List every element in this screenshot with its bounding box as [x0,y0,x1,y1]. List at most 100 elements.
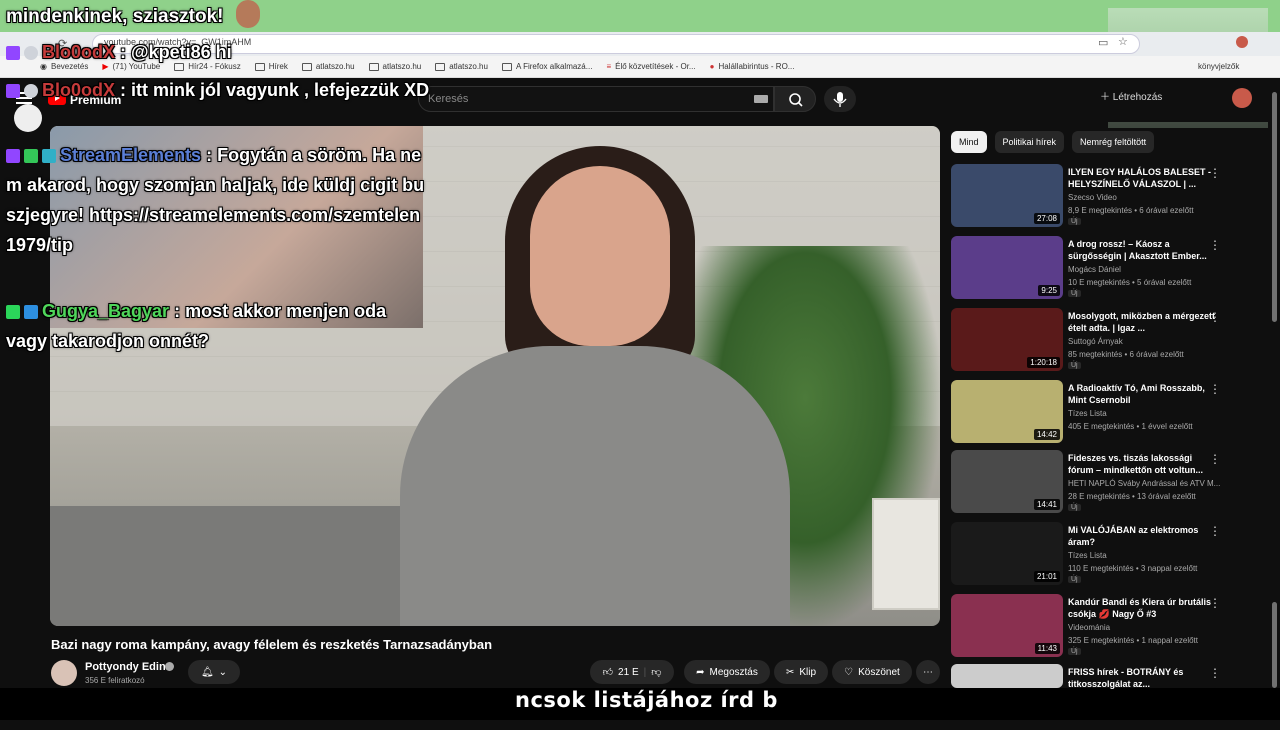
recommended-channel[interactable]: Tízes Lista [1068,551,1107,560]
more-actions-button[interactable]: ⋯ [916,660,940,684]
ghost-emote-icon [14,104,42,132]
folder-icon [301,62,312,71]
recommended-video[interactable]: 14:42 A Radioaktív Tó, Ami Rosszabb, Mint… [951,380,1271,446]
more-vert-icon[interactable]: ⋮ [1209,310,1221,324]
bookmark-icon: ≡ [606,62,612,71]
all-bookmarks[interactable]: könyvjelzők [1198,62,1239,71]
duration-badge: 9:25 [1038,285,1060,296]
thumbs-up-icon: 👍︎ [602,667,614,678]
video-thumbnail[interactable] [951,664,1063,688]
recommended-meta: 8,9 E megtekintés • 6 órával ezelőtt [1068,206,1194,215]
notification-bell-button[interactable]: 🔔︎ ⌄ [188,660,240,684]
recommended-channel[interactable]: HETI NAPLÓ Sváby Andrással és ATV M... [1068,479,1220,488]
more-vert-icon[interactable]: ⋮ [1209,238,1221,252]
plus-icon: ＋ [1100,92,1113,103]
bookmark-item[interactable]: ● Halállabirintus - RO... [710,62,795,71]
scissors-icon: ✂ [785,666,795,678]
chevron-down-icon: ⌄ [218,666,228,678]
more-vert-icon[interactable]: ⋮ [1209,382,1221,396]
video-thumbnail[interactable]: 11:43 [951,594,1063,657]
video-thumbnail[interactable]: 27:08 [951,164,1063,227]
recommended-video[interactable]: 11:43 Kandúr Bandi és Kiera úr brutális c… [951,594,1271,660]
chat-message: Blo0odX : @kpeti86 hi [6,37,232,67]
more-vert-icon[interactable]: ⋮ [1209,524,1221,538]
video-scene [872,498,940,610]
chip-politics[interactable]: Politikai hírek [994,131,1065,153]
voice-search-button[interactable] [824,86,856,112]
more-vert-icon[interactable]: ⋮ [1209,452,1221,466]
recommended-video[interactable]: 1:20:18 Mosolygott, miközben a mérgezett … [951,308,1271,374]
recommended-meta: 28 E megtekintés • 13 órával ezelőtt [1068,492,1196,501]
chat-username: Blo0odX [42,80,116,100]
recommended-meta: 110 E megtekintés • 3 nappal ezelőtt [1068,564,1198,573]
video-thumbnail[interactable]: 21:01 [951,522,1063,585]
bookmark-item[interactable]: Hírek [254,62,288,71]
more-vert-icon[interactable]: ⋮ [1209,596,1221,610]
duration-badge: 14:42 [1033,429,1060,440]
recommended-video[interactable]: 21:01 Mi VALÓJÁBAN az elektromos áram? Tíz… [951,522,1271,588]
scrollbar-thumb[interactable] [1272,92,1277,322]
thanks-button[interactable]: ♡ Köszönet [832,660,912,684]
recommended-channel[interactable]: Tízes Lista [1068,409,1107,418]
recommended-title[interactable]: FRISS hírek - BOTRÁNY és titkosszolgálat… [1068,666,1216,690]
recommended-meta: 85 megtekintés • 6 órával ezelőtt [1068,350,1184,359]
channel-name[interactable]: Pottyondy Edina [85,661,172,673]
caption-text: ncsok listájához írd b [515,688,778,712]
bookmark-star-icon[interactable]: ☆ [1118,35,1128,48]
video-thumbnail[interactable]: 14:41 [951,450,1063,513]
recommended-video[interactable]: FRISS hírek - BOTRÁNY és titkosszolgálat… [951,664,1271,730]
like-button[interactable]: 👍︎ 21 E | 👎︎ [590,660,674,684]
recommended-video[interactable]: 14:41 Fideszes vs. tiszás lakossági fórum… [951,450,1271,516]
filter-chips: Mind Politikai hírek Nemrég feltöltött [951,131,1155,153]
share-button[interactable]: ➦ Megosztás [684,660,770,684]
chat-username: Blo0odX [42,42,116,62]
bookmark-item[interactable]: atlatszo.hu [301,62,355,71]
duration-badge: 27:08 [1033,213,1060,224]
recommended-video[interactable]: 9:25 A drog rossz! – Káosz a sürgősségin … [951,236,1271,302]
recommended-title[interactable]: Mi VALÓJÁBAN az elektromos áram? [1068,524,1216,548]
heart-dollar-icon: ♡ [844,666,854,678]
diamond-badge-icon [24,84,38,98]
cast-icon[interactable]: ▭ [1098,36,1108,49]
recommended-title[interactable]: A Radioaktív Tó, Ami Rosszabb, Mint Cser… [1068,382,1216,406]
search-icon [789,93,803,107]
recommended-channel[interactable]: Videománia [1068,623,1110,632]
chat-message: StreamElements : Fogytán a söröm. Ha nem… [6,145,425,255]
recommended-channel[interactable]: Mogács Dániel [1068,265,1121,274]
keyboard-icon[interactable] [754,95,768,103]
search-button[interactable] [774,86,816,112]
channel-avatar[interactable] [51,660,77,686]
bookmark-item[interactable]: atlatszo.hu [435,62,488,71]
search-input[interactable] [418,86,774,112]
scrollbar-thumb[interactable] [1272,602,1277,688]
video-thumbnail[interactable]: 1:20:18 [951,308,1063,371]
chat-username: Gugya_Bagyar [42,301,170,321]
recommended-title[interactable]: Fideszes vs. tiszás lakossági fórum – mi… [1068,452,1216,476]
video-thumbnail[interactable]: 9:25 [951,236,1063,299]
more-vert-icon[interactable]: ⋮ [1209,666,1221,680]
chip-all[interactable]: Mind [951,131,987,153]
profile-avatar[interactable] [1236,36,1248,48]
recommended-title[interactable]: A drog rossz! – Káosz a sürgősségin | Ak… [1068,238,1216,262]
folder-icon [501,62,512,71]
video-thumbnail[interactable]: 14:42 [951,380,1063,443]
account-avatar[interactable] [1232,88,1252,108]
chip-recent[interactable]: Nemrég feltöltött [1072,131,1155,153]
bookmark-item[interactable]: atlatszo.hu [368,62,421,71]
more-vert-icon[interactable]: ⋮ [1209,166,1221,180]
recommended-title[interactable]: Kandúr Bandi és Kiera úr brutális csókja… [1068,596,1216,620]
recommended-channel[interactable]: Suttogó Árnyak [1068,337,1123,346]
game-icon: ● [709,62,715,71]
bot-badge-icon [24,149,38,163]
diamond-badge-icon [24,46,38,60]
recommended-title[interactable]: Mosolygott, miközben a mérgezett ételt a… [1068,310,1216,334]
recommended-title[interactable]: ILYEN EGY HALÁLOS BALESET - HELYSZÍNELŐ … [1068,166,1216,190]
thumbs-down-icon[interactable]: 👎︎ [651,666,661,678]
bookmark-item[interactable]: ≡ Élő közvetítések - Or... [606,62,695,71]
clip-button[interactable]: ✂ Klip [774,660,828,684]
twitch-badge-icon [6,149,20,163]
create-button[interactable]: ＋ Létrehozás [1100,88,1162,103]
recommended-video[interactable]: 27:08 ILYEN EGY HALÁLOS BALESET - HELYSZÍ… [951,164,1271,230]
bookmark-item[interactable]: A Firefox alkalmazá... [501,62,592,71]
recommended-channel[interactable]: Szecso Video [1068,193,1117,202]
